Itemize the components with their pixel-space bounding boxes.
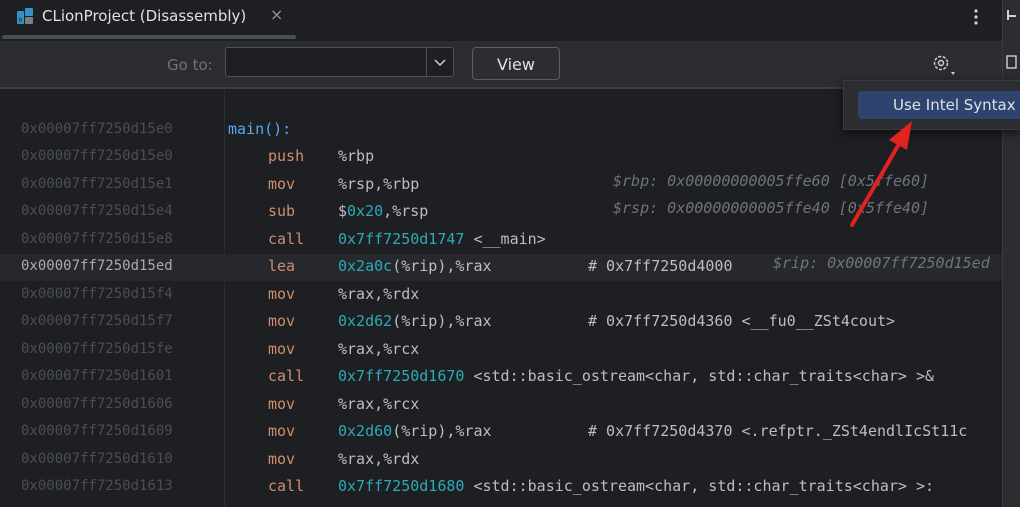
annotation-arrow <box>850 121 912 227</box>
